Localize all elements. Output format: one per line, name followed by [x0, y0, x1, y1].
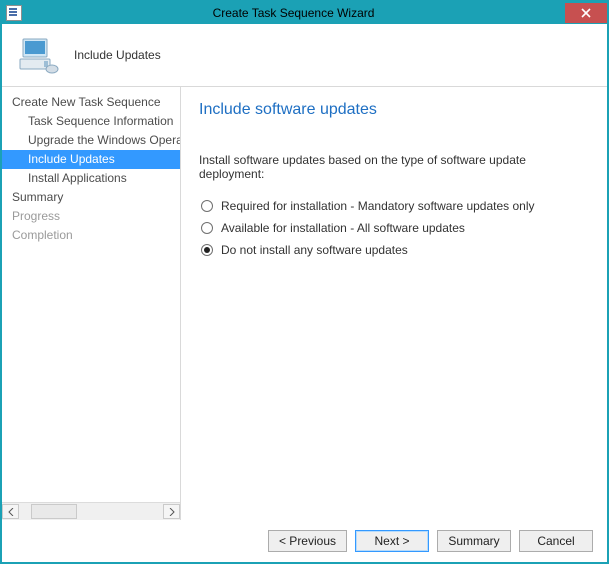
- nav-task-sequence-information[interactable]: Task Sequence Information: [2, 112, 180, 131]
- nav-label: Progress: [12, 209, 60, 223]
- nav-label: Install Applications: [28, 171, 127, 185]
- nav-label: Summary: [12, 190, 63, 204]
- button-label: Cancel: [537, 534, 574, 548]
- button-label: Next >: [374, 534, 409, 548]
- page-description: Install software updates based on the ty…: [199, 153, 589, 181]
- nav-install-applications[interactable]: Install Applications: [2, 169, 180, 188]
- page-title: Include software updates: [199, 101, 589, 119]
- nav-label: Completion: [12, 228, 73, 242]
- radio-icon: [201, 244, 213, 256]
- nav-progress: Progress: [2, 207, 180, 226]
- window-title: Create Task Sequence Wizard: [22, 6, 565, 20]
- radio-icon: [201, 200, 213, 212]
- radio-icon: [201, 222, 213, 234]
- option-available-for-installation[interactable]: Available for installation - All softwar…: [199, 217, 589, 239]
- content-pane: Include software updates Install softwar…: [181, 87, 607, 520]
- close-icon: [581, 8, 591, 18]
- nav-label: Upgrade the Windows Operating System: [28, 133, 180, 147]
- scroll-right-button[interactable]: [163, 504, 180, 519]
- header-step-name: Include Updates: [74, 48, 161, 62]
- scroll-track[interactable]: [19, 504, 163, 519]
- nav-completion: Completion: [2, 226, 180, 245]
- option-required-for-installation[interactable]: Required for installation - Mandatory so…: [199, 195, 589, 217]
- close-button[interactable]: [565, 3, 607, 23]
- option-do-not-install-updates[interactable]: Do not install any software updates: [199, 239, 589, 261]
- option-label: Available for installation - All softwar…: [221, 221, 465, 235]
- wizard-footer: < Previous Next > Summary Cancel: [2, 520, 607, 562]
- app-icon: [6, 5, 22, 21]
- sidebar-horizontal-scrollbar[interactable]: [2, 502, 180, 520]
- nav-summary[interactable]: Summary: [2, 188, 180, 207]
- titlebar: Create Task Sequence Wizard: [2, 2, 607, 24]
- button-label: < Previous: [279, 534, 336, 548]
- nav-tree: Create New Task Sequence Task Sequence I…: [2, 87, 180, 502]
- option-label: Required for installation - Mandatory so…: [221, 199, 535, 213]
- button-label: Summary: [448, 534, 499, 548]
- sidebar: Create New Task Sequence Task Sequence I…: [2, 87, 181, 520]
- chevron-right-icon: [169, 508, 175, 516]
- chevron-left-icon: [8, 508, 14, 516]
- wizard-header: Include Updates: [2, 24, 607, 87]
- nav-label: Task Sequence Information: [28, 114, 173, 128]
- nav-upgrade-windows-os[interactable]: Upgrade the Windows Operating System: [2, 131, 180, 150]
- nav-create-new-task-sequence[interactable]: Create New Task Sequence: [2, 93, 180, 112]
- wizard-window: Create Task Sequence Wizard Include Upda…: [0, 0, 609, 564]
- cancel-button[interactable]: Cancel: [519, 530, 593, 552]
- nav-label: Create New Task Sequence: [12, 95, 161, 109]
- scroll-thumb[interactable]: [31, 504, 77, 519]
- summary-button[interactable]: Summary: [437, 530, 511, 552]
- scroll-left-button[interactable]: [2, 504, 19, 519]
- nav-include-updates[interactable]: Include Updates: [2, 150, 180, 169]
- wizard-body: Create New Task Sequence Task Sequence I…: [2, 87, 607, 520]
- nav-label: Include Updates: [28, 152, 115, 166]
- next-button[interactable]: Next >: [355, 530, 429, 552]
- option-label: Do not install any software updates: [221, 243, 408, 257]
- previous-button[interactable]: < Previous: [268, 530, 347, 552]
- computer-icon: [16, 33, 60, 77]
